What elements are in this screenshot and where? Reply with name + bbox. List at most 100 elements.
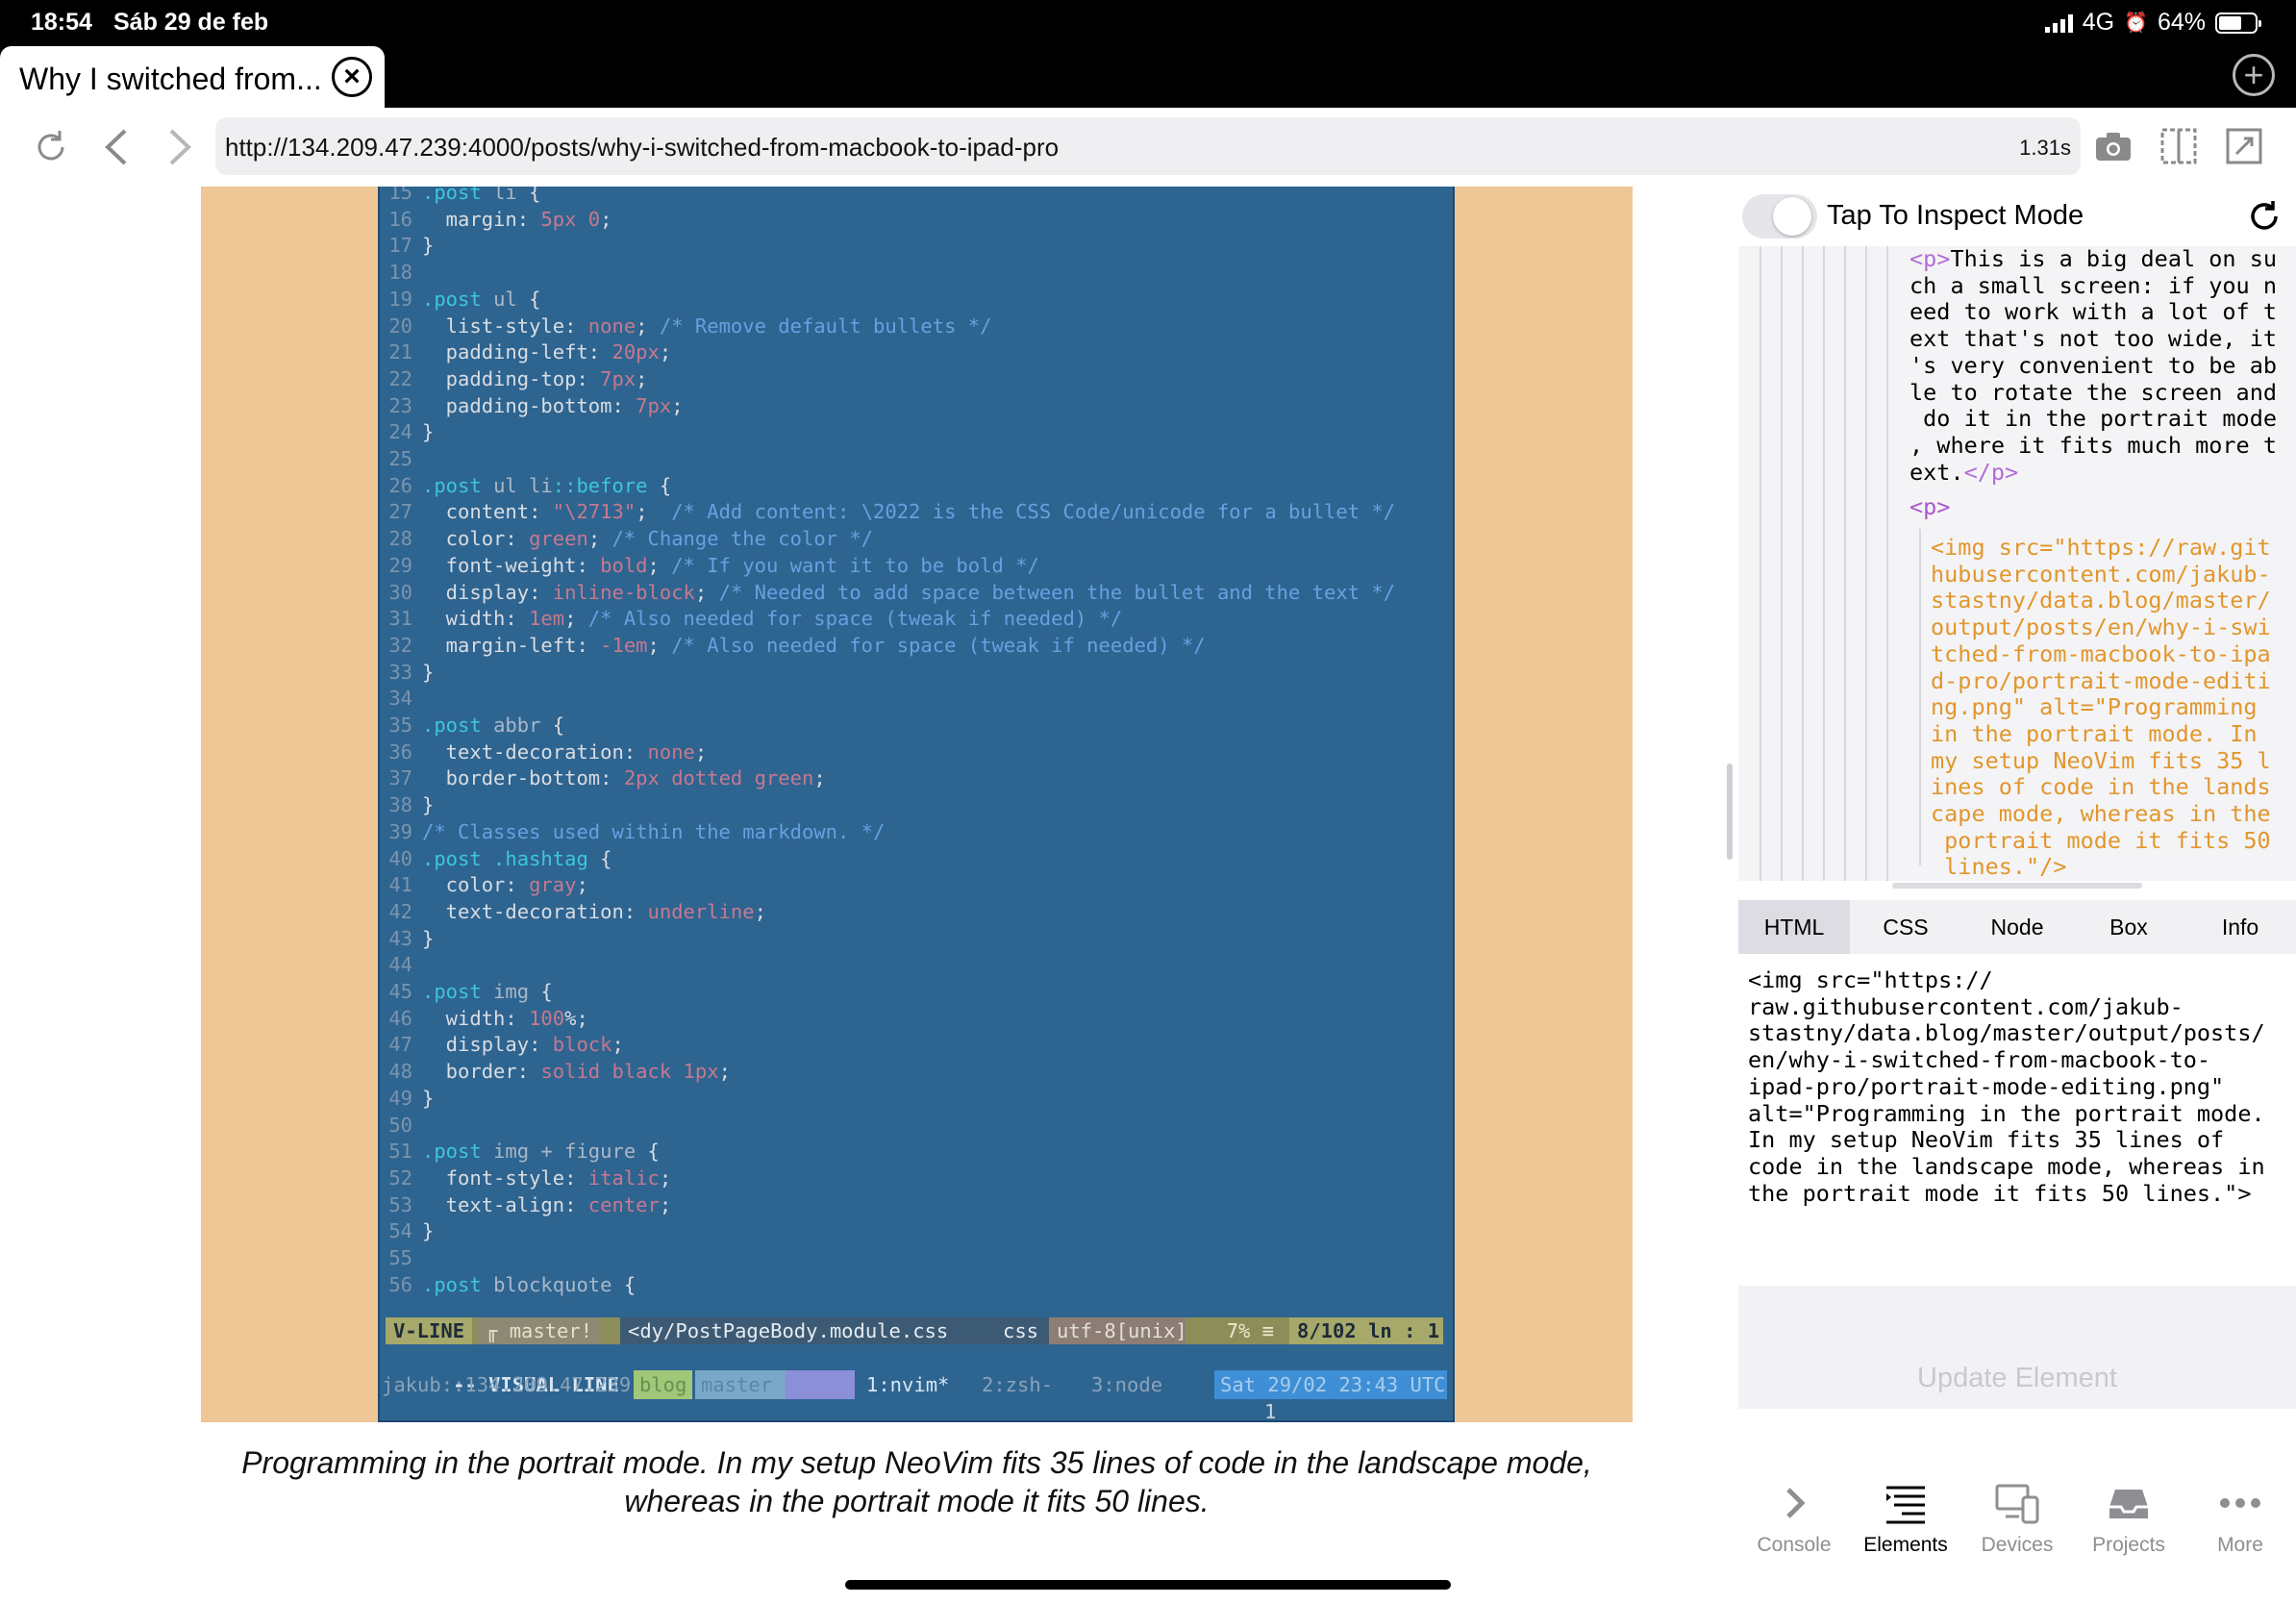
home-indicator[interactable] (845, 1580, 1451, 1590)
code-token: : (529, 1033, 553, 1057)
close-tab-icon[interactable]: × (332, 57, 372, 97)
code-token: : (516, 1060, 541, 1084)
tab-html[interactable]: HTML (1738, 900, 1850, 954)
code-line: 24} (380, 418, 434, 445)
dom-node-img[interactable]: <img src="https://raw.git hubusercontent… (1931, 534, 2296, 881)
browser-toolbar: http://134.209.47.239:4000/posts/why-i-s… (0, 108, 2296, 187)
tab-box[interactable]: Box (2073, 900, 2184, 954)
inspect-mode-label: Tap To Inspect Mode (1827, 200, 2084, 231)
code-token: li (493, 187, 517, 204)
camera-icon[interactable] (2090, 123, 2136, 169)
forward-icon[interactable] (152, 119, 208, 175)
code-token: .post (422, 287, 494, 311)
code-token: display (422, 1033, 530, 1057)
code-token: } (422, 660, 435, 684)
code-line: 22 padding-top: 7px; (380, 365, 647, 392)
line-number: 39 (388, 819, 412, 843)
browser-tab[interactable]: Why I switched from... × (0, 46, 385, 108)
tmux-branch: master (695, 1370, 786, 1399)
reload-icon[interactable] (23, 119, 79, 175)
code-line: 52 font-style: italic; (380, 1165, 671, 1191)
code-token: .post (422, 980, 494, 1003)
code-token: /* Also needed for space (tweak if neede… (587, 607, 1123, 631)
code-token: text-align (422, 1192, 565, 1216)
nav-more[interactable]: More (2184, 1480, 2296, 1576)
line-number: 46 (388, 1006, 412, 1030)
code-token: { (611, 1272, 636, 1296)
refresh-icon[interactable] (2246, 198, 2283, 235)
code-token: : (611, 393, 636, 417)
code-token: ; (754, 899, 766, 923)
line-number: 34 (388, 687, 412, 711)
code-line: 32 margin-left: -1em; /* Also needed for… (380, 632, 1205, 659)
line-number: 31 (388, 607, 412, 631)
code-token: text-decoration (422, 899, 624, 923)
code-token: : (564, 313, 588, 338)
code-line: 55 (380, 1244, 422, 1271)
panel-divider-handle[interactable] (1727, 764, 1733, 860)
line-number: 42 (388, 899, 412, 923)
nav-console[interactable]: Console (1738, 1480, 1850, 1576)
dom-tree-scrollbar[interactable] (1892, 883, 2142, 889)
url-bar[interactable]: http://134.209.47.239:4000/posts/why-i-s… (215, 117, 2081, 175)
code-token: { (587, 846, 612, 870)
tab-info[interactable]: Info (2184, 900, 2296, 954)
vim-position: 8/102 ln : 1 (1289, 1317, 1443, 1344)
inspect-mode-toggle[interactable] (1742, 194, 1817, 238)
dom-node-p[interactable]: <p>This is a big deal on su ch a small s… (1909, 246, 2294, 486)
code-line: 46 width: 100%; (380, 1005, 588, 1032)
vim-filetype: css (995, 1317, 1049, 1344)
code-token: abbr (493, 714, 541, 737)
nav-devices[interactable]: Devices (1961, 1480, 2073, 1576)
status-bar: 18:54 Sáb 29 de feb 4G ⏰ 64% (0, 0, 2296, 44)
update-element-button[interactable]: Update Element (1738, 1363, 2296, 1394)
resize-icon[interactable] (2221, 123, 2267, 169)
code-line: 29 font-weight: bold; /* If you want it … (380, 552, 1039, 579)
code-token: } (422, 1219, 435, 1243)
code-token: : (600, 766, 624, 790)
code-token: .post (422, 187, 494, 204)
line-number: 27 (388, 500, 412, 524)
nav-elements[interactable]: Elements (1850, 1480, 1961, 1576)
code-token: ; (576, 873, 588, 897)
dom-tree[interactable]: <p>This is a big deal on su ch a small s… (1738, 246, 2296, 881)
url-text[interactable]: http://134.209.47.239:4000/posts/why-i-s… (225, 133, 1059, 163)
line-number: 22 (388, 366, 412, 390)
code-token: { (516, 187, 541, 204)
line-number: 49 (388, 1086, 412, 1110)
nav-projects[interactable]: Projects (2073, 1480, 2184, 1576)
code-line: 50 (380, 1112, 422, 1139)
code-token: ul (493, 287, 517, 311)
code-token: : (505, 527, 530, 551)
code-token: ; (647, 633, 672, 657)
code-token: { (529, 980, 553, 1003)
terminal-screenshot: 15 .post li {16 margin: 5px 0; 17} 18 19 .pos… (378, 187, 1455, 1422)
status-time: 18:54 (31, 9, 92, 36)
line-number: 36 (388, 739, 412, 764)
line-number: 25 (388, 447, 412, 470)
code-line: 31 width: 1em; /* Also needed for space … (380, 605, 1122, 632)
tmux-session: blog (634, 1370, 693, 1399)
code-token: none (647, 739, 695, 764)
code-token: italic (587, 1165, 660, 1190)
code-line: 33} (380, 659, 434, 686)
nav-console-label: Console (1757, 1534, 1832, 1556)
code-token: ul li (493, 473, 553, 497)
code-line: 37 border-bottom: 2px dotted green; (380, 764, 825, 791)
new-tab-icon[interactable]: + (2233, 54, 2275, 96)
code-token: none (587, 313, 636, 338)
code-token: : (564, 1192, 588, 1216)
back-icon[interactable] (88, 119, 144, 175)
code-line: 41 color: gray; (380, 871, 588, 898)
code-token: 7px (636, 393, 672, 417)
element-source-editor[interactable]: <img src="https:// raw.githubusercontent… (1738, 954, 2296, 1286)
dom-node-p-2[interactable]: <p> (1909, 493, 1950, 521)
element-source-text[interactable]: <img src="https:// raw.githubusercontent… (1748, 966, 2286, 1207)
tab-css[interactable]: CSS (1850, 900, 1961, 954)
split-view-icon[interactable] (2156, 123, 2202, 169)
tab-node[interactable]: Node (1961, 900, 2073, 954)
line-number: 48 (388, 1060, 412, 1084)
code-token: ; (564, 607, 588, 631)
line-number: 43 (388, 926, 412, 950)
nav-projects-label: Projects (2092, 1534, 2165, 1556)
